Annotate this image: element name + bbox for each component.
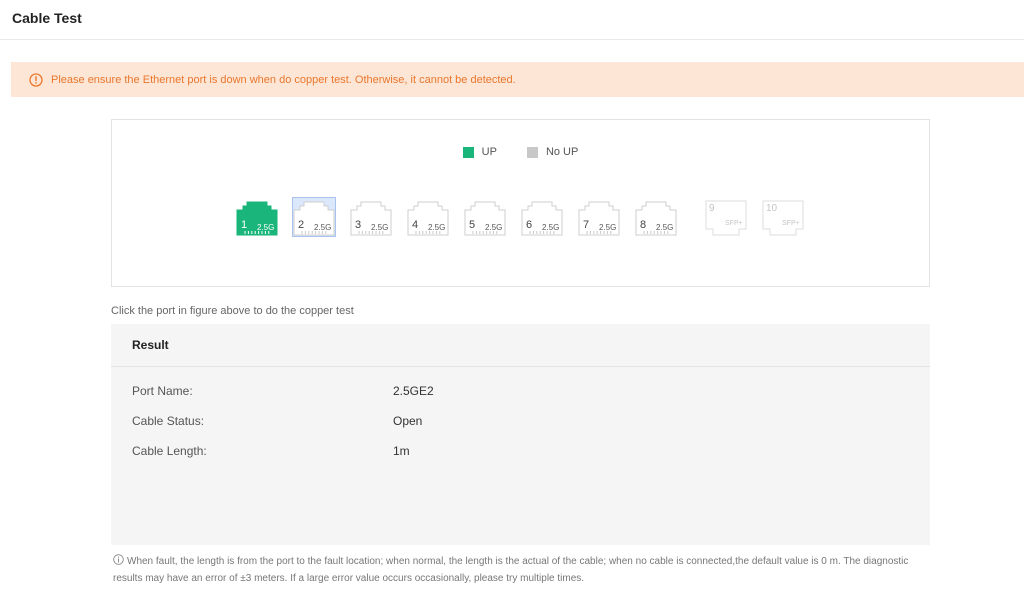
legend-up-label: UP: [481, 146, 497, 158]
sfp-port-label: SFP+: [782, 220, 800, 227]
sfp-port-number: 9: [709, 203, 715, 214]
port-number: 3: [355, 219, 362, 231]
port-name-value: 2.5GE2: [393, 384, 434, 398]
port-speed: 2.5G: [257, 223, 275, 232]
port-number: 4: [412, 219, 419, 231]
port-hint: Click the port in figure above to do the…: [111, 305, 354, 317]
port-6[interactable]: 6 2.5G: [520, 197, 564, 237]
legend-noup-swatch: [526, 146, 538, 158]
port-number: 2: [298, 219, 305, 231]
legend-up: UP: [462, 146, 497, 158]
warning-text: Please ensure the Ethernet port is down …: [51, 73, 516, 86]
port-panel: UP No UP 1 2.5G 2 2.5G 3 2.5G 4 2.5G 5 2.5G 6 2.5G 7…: [111, 119, 930, 287]
port-speed: 2.5G: [542, 223, 560, 232]
port-3[interactable]: 3 2.5G: [349, 197, 393, 237]
footnote-text: When fault, the length is from the port …: [113, 556, 909, 584]
port-5[interactable]: 5 2.5G: [463, 197, 507, 237]
port-number: 8: [640, 219, 647, 231]
port-speed: 2.5G: [428, 223, 446, 232]
port-name-label: Port Name:: [132, 384, 193, 398]
port-speed: 2.5G: [656, 223, 674, 232]
page-header: Cable Test: [0, 0, 1024, 40]
cable-status-label: Cable Status:: [132, 414, 205, 428]
page-title: Cable Test: [12, 10, 82, 26]
port-legend: UP No UP: [112, 146, 929, 158]
port-7[interactable]: 7 2.5G: [577, 197, 621, 237]
cable-length-value: 1m: [393, 444, 410, 458]
result-title: Result: [111, 324, 930, 367]
sfp-port-label: SFP+: [725, 220, 743, 227]
port-number: 5: [469, 219, 476, 231]
cable-length-label: Cable Length:: [132, 444, 207, 458]
port-number: 7: [583, 219, 590, 231]
warning-icon: [29, 72, 43, 87]
info-icon: [113, 554, 124, 565]
legend-noup: No UP: [526, 146, 579, 158]
sfp-port-9[interactable]: 9 SFP+: [705, 200, 747, 236]
legend-noup-label: No UP: [545, 146, 579, 158]
cable-status-value: Open: [393, 414, 423, 428]
sfp-port-number: 10: [766, 203, 778, 214]
port-number: 1: [241, 219, 248, 231]
sfp-port-10[interactable]: 10 SFP+: [762, 200, 804, 236]
port-1[interactable]: 1 2.5G: [235, 197, 279, 237]
footnote: When fault, the length is from the port …: [113, 553, 933, 587]
port-4[interactable]: 4 2.5G: [406, 197, 450, 237]
port-speed: 2.5G: [314, 223, 332, 232]
port-number: 6: [526, 219, 533, 231]
legend-up-swatch: [462, 146, 474, 158]
port-2[interactable]: 2 2.5G: [292, 197, 336, 237]
warning-banner: Please ensure the Ethernet port is down …: [11, 62, 1024, 97]
result-panel: Result Port Name: 2.5GE2 Cable Status: O…: [111, 324, 930, 545]
port-8[interactable]: 8 2.5G: [634, 197, 678, 237]
port-speed: 2.5G: [599, 223, 617, 232]
port-speed: 2.5G: [485, 223, 503, 232]
port-speed: 2.5G: [371, 223, 389, 232]
